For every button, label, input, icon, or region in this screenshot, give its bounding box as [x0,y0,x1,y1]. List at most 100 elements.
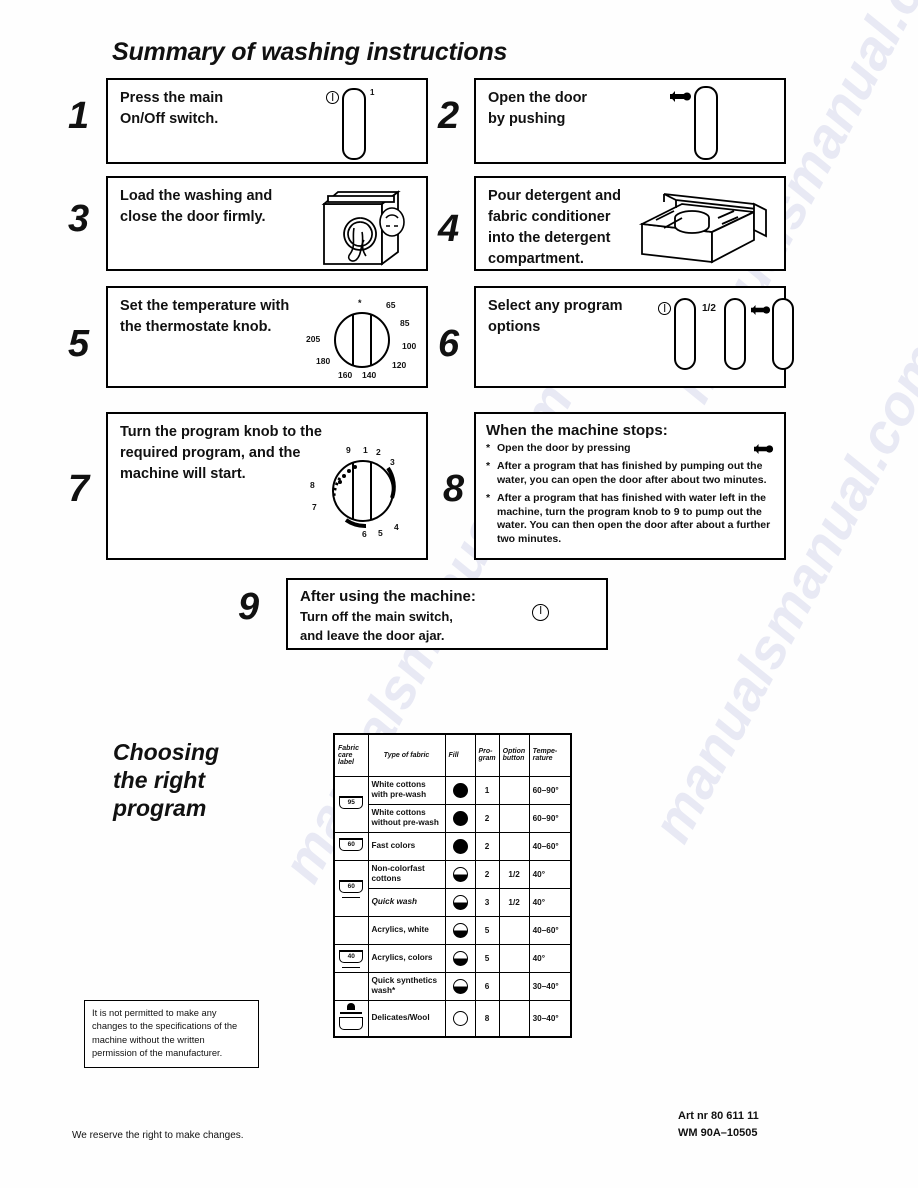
program-label-8: 8 [310,480,315,490]
table-row: White cottons without pre-wash 2 60–90° [334,803,572,833]
cell-temperature: 60–90° [528,803,572,833]
cell-fill [444,775,476,805]
col-program: Pro-gram [474,733,500,777]
wash-tub-icon: 95 [339,795,364,811]
cell-temperature: 30–40° [528,999,572,1037]
cell-option-button [498,831,530,861]
cell-type-of-fabric: White cottons without pre-wash [367,803,446,833]
cell-temperature: 40–60° [528,915,572,945]
choosing-program-heading: Choosing the right program [113,739,220,822]
cell-fill [444,859,476,889]
step-number-4: 4 [438,208,460,250]
bullet-marker: * [486,492,491,505]
fill-level-icon-full [452,838,468,854]
fill-level-icon-full [452,810,468,826]
cell-fabric-care-label: 95 [333,775,369,833]
cell-option-button [498,999,530,1037]
cell-temperature: 30–40° [528,971,572,1001]
cell-fabric-care-label [333,971,369,1001]
cell-temperature: 40° [528,943,572,973]
step-text-7: Turn the program knob to the required pr… [120,424,322,483]
thermostat-label-140: 140 [362,370,377,380]
bullet-marker: * [486,442,491,454]
option-button-half-load[interactable] [724,298,746,370]
cell-fill [444,887,476,917]
power-symbol-icon [658,302,671,315]
step-number-8: 8 [443,468,465,510]
thermostat-knob-dial[interactable] [334,312,390,368]
page-title: Summary of washing instructions [112,38,508,66]
cell-program: 2 [474,803,500,833]
table-row: 60 Fast colors 2 40–60° [333,831,572,861]
step-text-3: Load the washing and close the door firm… [120,188,273,226]
step-number-6: 6 [438,323,460,365]
bullet-text: After a program that has finished by pum… [497,460,767,486]
program-knob[interactable]: 9 1 2 3 4 5 6 7 8 [304,444,420,552]
step8-bullet-2: * After a program that has finished by p… [486,460,774,487]
step-box-2: Open the door by pushing [474,78,786,164]
cell-fill [444,831,476,861]
thermostat-label-180: 180 [316,356,331,366]
step8-bullet-1: * Open the door by pressing [486,442,774,455]
option-button-door[interactable] [772,298,794,370]
on-off-switch-button[interactable] [342,88,366,160]
table-row: 95 White cottons with pre-wash 1 60–90° [333,775,572,833]
step-text-5: Set the temperature with the thermostate… [120,298,290,336]
cell-temperature: 60–90° [528,775,572,805]
step-text-6: Select any program options [488,298,623,336]
notice-box: It is not permitted to make any changes … [84,1000,259,1068]
thermostat-label-85: 85 [400,318,410,328]
thermostat-label-100: 100 [402,341,417,351]
knob-indicator-line [370,314,372,366]
cell-fabric-care-label: 40 [333,943,369,973]
step-number-5: 5 [68,323,90,365]
thermostat-label-65: 65 [386,300,396,310]
fill-level-icon-half [452,866,468,882]
program-label-4: 4 [394,522,399,532]
cell-fabric-care-label: 60 [333,859,369,917]
thermostat-label-120: 120 [392,360,407,370]
hand-wash-icon [340,1002,363,1014]
cell-fill [444,999,476,1037]
cell-option-button [498,775,530,805]
switch-position-label: 1 [370,88,375,97]
fill-level-icon-half [452,894,468,910]
thermostat-off-marker: * [358,298,362,308]
program-label-5: 5 [378,528,383,538]
col-fabric-care-label: Fabric care label [333,733,369,777]
thermostat-knob[interactable]: * 65 85 100 120 140 160 180 205 [300,296,424,384]
program-label-6: 6 [362,529,367,539]
step-text-1: Press the main On/Off switch. [120,90,224,128]
watermark: manualsmanual.com [639,333,918,852]
step-box-6: Select any program options 1/2 [474,286,794,388]
power-symbol-icon [326,91,339,104]
table-row: 60 Non-colorfast cottons 2 1/2 40° [333,859,572,917]
program-label-9: 9 [346,445,351,455]
footer-article-number: Art nr 80 611 11 WM 90A–10505 [678,1110,759,1139]
cell-type-of-fabric: Quick wash [367,887,446,917]
detergent-drawer-illustration [638,193,767,264]
cell-option-button: 1/2 [498,887,530,917]
cell-type-of-fabric: Quick synthetics wash* [367,971,446,1001]
cell-temperature: 40° [528,859,572,889]
bullet-text: Open the door by pressing [497,442,631,454]
fill-level-icon-half [452,978,468,994]
cell-type-of-fabric: Fast colors [367,831,446,861]
option-button-power[interactable] [674,298,696,370]
table-row: Quick synthetics wash* 6 30–40° [333,971,572,1001]
fill-level-icon-empty [452,1010,468,1026]
step-box-7: Turn the program knob to the required pr… [106,412,428,560]
door-open-button[interactable] [694,86,718,160]
table-row: Acrylics, white 5 40–60° [333,915,572,945]
step-number-7: 7 [68,468,90,510]
step-text-2: Open the door by pushing [488,90,588,128]
step-number-2: 2 [438,95,460,137]
program-label-7: 7 [312,502,317,512]
cell-option-button [498,915,530,945]
step-number-3: 3 [68,198,90,240]
col-temperature: Tempe-rature [528,733,572,777]
fill-level-icon-half [452,922,468,938]
page-root: manualsmanual.com manualsmanual.com manu… [0,0,918,1188]
cell-fill [444,915,476,945]
table-row: Delicates/Wool 8 30–40° [333,999,572,1037]
